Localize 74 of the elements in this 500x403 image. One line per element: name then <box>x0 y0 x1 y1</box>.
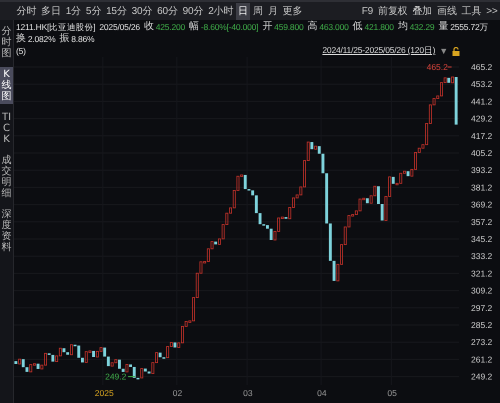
field-label: 高 <box>308 21 318 33</box>
period-tab[interactable]: 日 <box>236 2 250 20</box>
price-axis-label: 429.2 <box>471 114 492 124</box>
price-axis-label: 453.2 <box>471 79 492 90</box>
sidebar-tab[interactable]: 深度资料 <box>0 207 13 255</box>
date-axis-label: 03 <box>243 388 253 398</box>
field-value: 8.86% <box>71 33 94 45</box>
period-tab[interactable]: 30分 <box>129 2 155 20</box>
price-axis-label: 261.2 <box>471 354 492 364</box>
field-value: 2.082% <box>28 33 56 45</box>
lock-icon[interactable] <box>452 46 460 56</box>
period-tab[interactable]: 1分 <box>63 2 84 20</box>
price-axis-label: 333.2 <box>471 251 492 262</box>
price-axis-label: 321.2 <box>471 268 492 278</box>
field-label: 均 <box>398 21 408 33</box>
low-price-label: 249.2 <box>105 372 136 382</box>
field-value: 432.29 <box>410 21 434 33</box>
price-axis-label: 465.2 <box>471 62 492 72</box>
date-range-link[interactable]: 2024/11/25-2025/05/26 (120日) <box>322 45 436 57</box>
field-label: 低 <box>352 21 362 33</box>
toolbar-button[interactable]: F9 <box>359 2 376 20</box>
field-value: 463.000 <box>319 21 349 33</box>
field-value: 2555.72万 <box>450 21 488 33</box>
sidebar-tab[interactable]: K线图 <box>0 67 13 104</box>
date-axis-label: 04 <box>317 388 327 398</box>
period-tab[interactable]: 更多 <box>280 2 305 20</box>
price-axis-label: 357.2 <box>471 216 492 227</box>
period-tab[interactable]: 月 <box>265 2 280 20</box>
date-axis-label: 2025 <box>94 388 114 398</box>
price-axis-label: 309.2 <box>471 286 492 296</box>
period-tab[interactable]: 5分 <box>83 2 104 20</box>
price-axis-label: 405.2 <box>471 148 492 158</box>
field-value: -8.60%[-40.000] <box>200 21 258 33</box>
stock-symbol: 1211.HK[比亚迪股份] <box>16 21 96 33</box>
period-tab[interactable]: 分时 <box>14 2 39 20</box>
sidebar-tab[interactable]: TICK <box>0 110 13 147</box>
toolbar-button[interactable]: 叠加 <box>410 2 434 20</box>
price-axis-label: 249.2 <box>471 372 492 382</box>
price-axis-label: 393.2 <box>471 165 492 176</box>
period-tab[interactable]: 多日 <box>38 2 64 20</box>
period-tab[interactable]: 2小时 <box>206 2 236 20</box>
toolbar-button[interactable]: 前复权 <box>375 2 410 20</box>
period-tab[interactable]: 90分 <box>180 2 206 20</box>
period-tab[interactable]: 周 <box>250 2 266 20</box>
price-axis-label: 273.2 <box>471 337 492 348</box>
toolbar-button[interactable]: >> <box>484 2 500 20</box>
quote-date: 2025/05/26 <box>99 21 140 33</box>
period-tab[interactable]: 60分 <box>154 2 180 20</box>
toolbar-button[interactable]: 工具 <box>459 2 484 20</box>
field-label: 开 <box>262 21 272 33</box>
high-price-label: 465.2 <box>426 62 452 72</box>
price-axis-label: 417.2 <box>471 130 492 141</box>
field-label: 幅 <box>189 21 199 33</box>
indicator-param: (5) <box>16 46 26 56</box>
field-label: 量 <box>438 21 448 33</box>
field-value: 421.800 <box>364 21 394 33</box>
field-value: 425.200 <box>156 21 186 33</box>
price-axis-label: 441.2 <box>471 96 492 106</box>
date-axis-label: 02 <box>172 388 182 398</box>
price-axis-label: 297.2 <box>471 302 492 313</box>
price-axis-label: 285.2 <box>471 320 492 330</box>
price-axis-label: 345.2 <box>471 234 492 244</box>
price-axis-label: 369.2 <box>471 200 492 210</box>
price-axis-label: 381.2 <box>471 182 492 192</box>
period-tab[interactable]: 15分 <box>104 2 130 20</box>
field-value: 459.800 <box>274 21 304 33</box>
sidebar-tab[interactable]: 成交明细 <box>0 153 13 201</box>
sidebar-tab[interactable]: 分时图 <box>0 24 13 61</box>
toolbar-button[interactable]: 画线 <box>434 2 460 20</box>
dropdown-arrow[interactable]: ▼ <box>439 46 448 56</box>
field-label: 收 <box>144 21 154 33</box>
date-axis-label: 05 <box>387 388 397 398</box>
field-label: 换 <box>16 33 26 45</box>
field-label: 振 <box>59 33 70 45</box>
